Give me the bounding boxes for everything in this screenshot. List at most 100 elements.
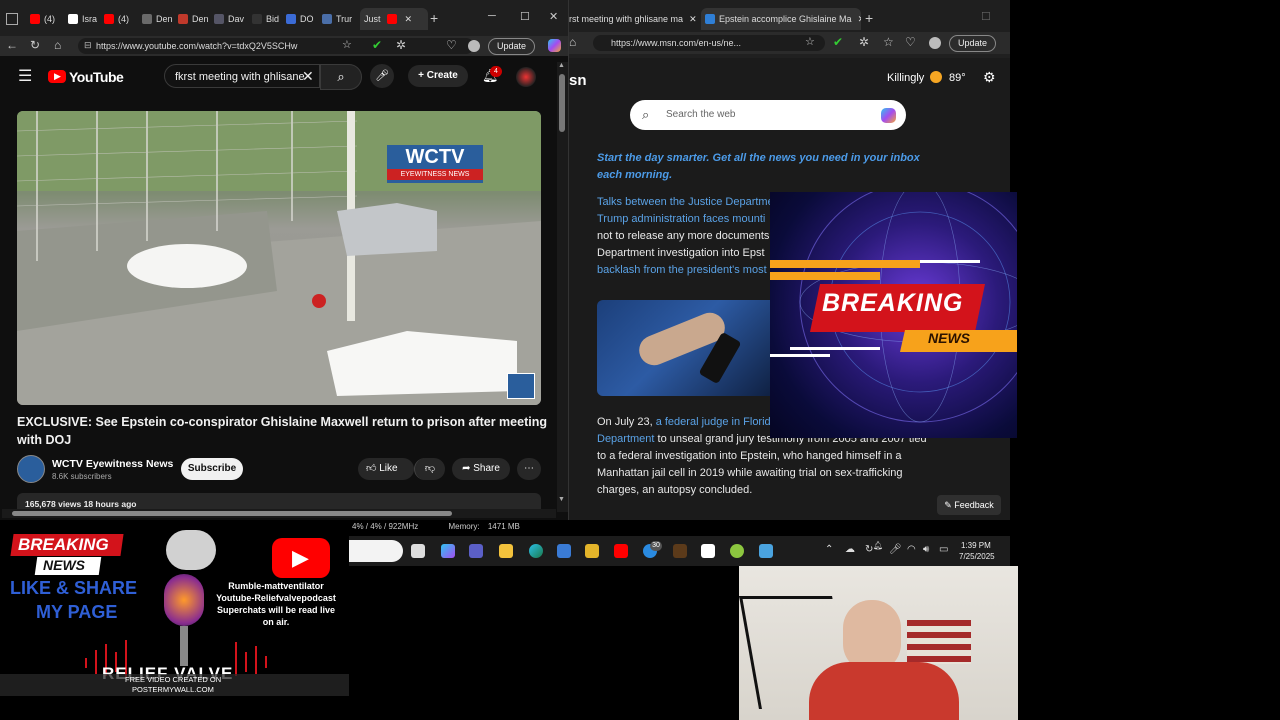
channel-avatar[interactable] [17,455,45,483]
refresh-icon[interactable]: ↻ [30,38,40,52]
more-actions-button[interactable]: ⋯ [517,458,541,480]
youtube-logo-text[interactable]: YouTube [69,69,124,85]
account-avatar[interactable] [516,67,536,87]
tray-mic-icon[interactable]: 🎤︎ [889,544,902,555]
like-button[interactable]: 👍︎ Like [358,458,414,480]
tab-active-youtube[interactable]: Just ✕ [360,8,428,30]
favorites-icon[interactable]: ☆ [883,35,894,49]
tab-youtube-1[interactable]: (4) [30,8,64,30]
back-icon[interactable]: ← [6,38,18,52]
article-link[interactable]: Talks between the Justice Departme [597,194,797,211]
youtube-taskbar-icon[interactable] [614,544,628,558]
favorite-star-icon[interactable]: ☆ [342,38,352,51]
teams-icon[interactable] [469,544,483,558]
task-view-icon[interactable] [411,544,425,558]
tab-dem-2[interactable]: Den [178,8,212,30]
profile-avatar[interactable] [468,40,480,52]
ups-icon[interactable] [673,544,687,558]
article-image-phone[interactable] [597,300,777,396]
copilot-icon[interactable] [881,108,896,123]
tab-israel[interactable]: Isra [68,8,100,30]
close-window-icon[interactable]: ✕ [549,10,558,23]
solitaire-icon[interactable] [585,544,599,558]
description-box[interactable]: 165,678 views 18 hours ago [17,493,541,509]
store-icon[interactable] [557,544,571,558]
msn-search-input[interactable]: Search the web [630,100,906,130]
extensions-icon[interactable]: ✲ [859,35,869,49]
home-icon[interactable]: ⌂ [54,38,61,52]
weather-temp[interactable]: 89° [949,72,966,84]
wifi-icon[interactable]: ◠ [907,544,916,555]
create-button[interactable]: + Create [408,65,468,87]
url-field[interactable]: https://www.youtube.com/watch?v=tdxQ2V5S… [78,38,474,54]
tab-biden[interactable]: Bid [252,8,282,30]
taskbar-search-box[interactable] [349,540,403,562]
video-player[interactable]: WCTV EYEWITNESS NEWS [17,111,541,405]
tab-doj[interactable]: DO [286,8,318,30]
dislike-button[interactable]: 👎︎ [414,458,445,480]
new-tab-icon[interactable]: + [865,10,873,26]
search-button[interactable]: ⌕ [320,64,362,90]
maximize-icon[interactable]: ☐ [981,10,991,23]
menu-icon[interactable]: ☰ [18,66,32,86]
weather-location[interactable]: Killingly [887,72,924,84]
favorite-star-icon[interactable]: ☆ [805,35,815,48]
tab-close-icon[interactable]: ✕ [689,14,697,25]
msn-brand[interactable]: sn [569,72,587,89]
new-tab-icon[interactable]: + [430,10,438,26]
app-green-icon[interactable] [730,544,744,558]
tab-dem-1[interactable]: Den [142,8,176,30]
scroll-up-icon[interactable]: ▲ [558,62,565,69]
tray-bell-icon[interactable]: 🔔︎ [873,541,883,550]
volume-icon[interactable]: 🔊︎ [923,544,929,555]
maximize-icon[interactable]: ☐ [520,10,530,23]
clock-date[interactable]: 7/25/2025 [959,552,995,561]
msn-url-field[interactable]: https://www.msn.com/en-us/ne... [593,35,825,51]
extensions-icon[interactable]: ✲ [396,38,406,52]
update-button[interactable]: Update [488,38,536,55]
feedback-button[interactable]: ✎ Feedback [937,495,1001,515]
article-link[interactable]: Trump administration faces mounti [597,211,797,228]
horizontal-scrollbar[interactable] [2,509,556,518]
amazon-icon[interactable] [701,544,715,558]
tab-trump[interactable]: Trur [322,8,354,30]
hscroll-thumb[interactable] [12,511,452,516]
tab-close-icon[interactable]: ✕ [858,14,861,25]
shield-extension-icon[interactable]: ✔ [372,38,382,52]
update-button[interactable]: Update [949,35,997,52]
scroll-thumb[interactable] [559,74,565,132]
tab-dav-1[interactable]: Dav [214,8,248,30]
scroll-down-icon[interactable]: ▼ [558,496,565,503]
vertical-scrollbar[interactable]: ▲ ▼ [557,62,568,512]
collections-icon[interactable]: ♡ [446,38,457,52]
tray-cloud-icon[interactable]: ☁ [845,544,855,555]
home-icon[interactable]: ⌂ [569,35,576,49]
article-link[interactable]: Department [597,433,654,445]
search-input[interactable]: fkrst meeting with ghlisane [164,64,320,88]
tray-chevron-icon[interactable]: ⌃ [825,544,833,555]
app-window-icon[interactable] [759,544,773,558]
shield-extension-icon[interactable]: ✔ [833,35,843,49]
article-link[interactable]: a federal judge in Florid [656,416,771,428]
channel-name[interactable]: WCTV Eyewitness News [52,458,173,470]
article-link[interactable]: backlash from the president's most [597,262,797,279]
tab-msn-active[interactable]: Epstein accomplice Ghislaine Ma ✕ [701,8,861,30]
tab-close-icon[interactable]: ✕ [405,14,413,25]
voice-search-icon[interactable]: 🎤︎ [370,64,394,88]
tab-actions-icon[interactable] [6,13,18,25]
subscribe-button[interactable]: Subscribe [181,458,243,480]
clear-search-icon[interactable]: ✕ [302,68,314,85]
newsletter-promo[interactable]: Start the day smarter. Get all the news … [597,150,937,184]
battery-icon[interactable]: ▭ [939,544,948,555]
minimize-icon[interactable]: ─ [488,10,496,22]
tab-youtube-search[interactable]: rst meeting with ghlisane ma ✕ [569,8,697,30]
clock-time[interactable]: 1:39 PM [961,541,991,550]
share-button[interactable]: ➦ Share [452,458,510,480]
copilot-taskbar-icon[interactable] [441,544,455,558]
edge-icon[interactable] [529,544,543,558]
settings-gear-icon[interactable]: ⚙ [983,69,996,86]
profile-avatar[interactable] [929,37,941,49]
site-info-icon[interactable]: ⊟ [84,40,92,51]
tab-youtube-2[interactable]: (4) [104,8,136,30]
file-explorer-icon[interactable] [499,544,513,558]
